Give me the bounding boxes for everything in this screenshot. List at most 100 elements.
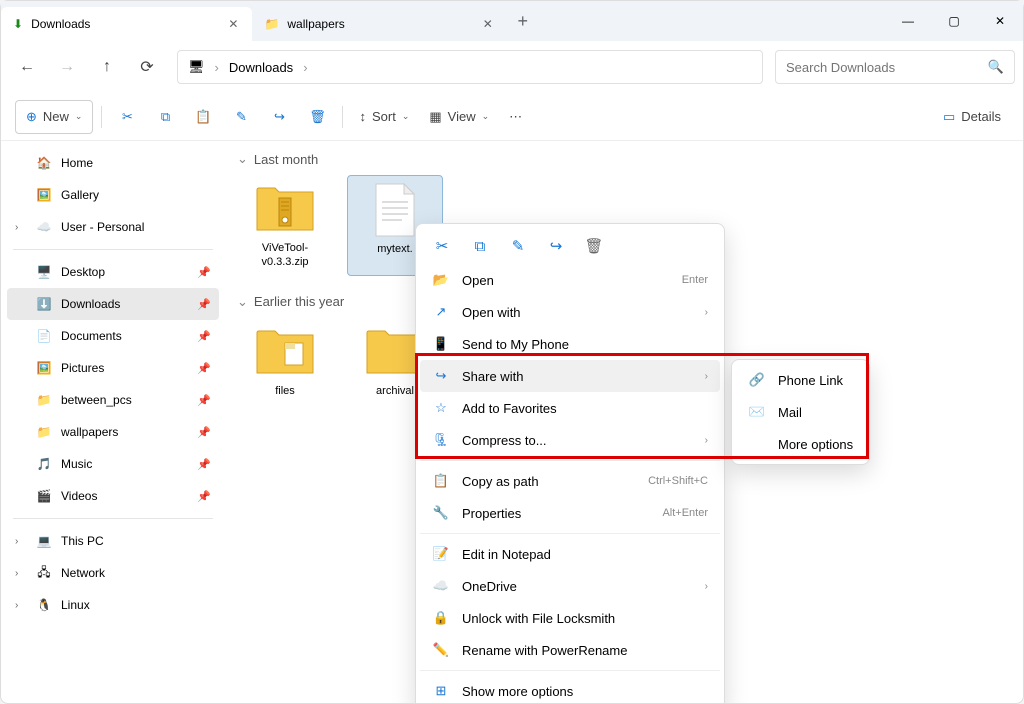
- view-button[interactable]: ▦ View ⌄: [421, 100, 497, 134]
- refresh-button[interactable]: ⟳: [129, 49, 165, 85]
- breadcrumb[interactable]: 🖥 › Downloads ›: [177, 50, 763, 84]
- menu-copy-path[interactable]: 📋Copy as pathCtrl+Shift+C: [420, 465, 720, 497]
- delete-button[interactable]: 🗑: [584, 236, 604, 256]
- menu-add-favorites[interactable]: ☆Add to Favorites: [420, 392, 720, 424]
- menu-rename-powerrename[interactable]: ✏️Rename with PowerRename: [420, 634, 720, 666]
- cut-button[interactable]: ✂: [432, 236, 452, 256]
- open-icon: 📂: [432, 272, 450, 288]
- forward-button[interactable]: →: [49, 49, 85, 85]
- menu-properties[interactable]: 🔧PropertiesAlt+Enter: [420, 497, 720, 529]
- group-header-last-month[interactable]: ⌄ Last month: [237, 151, 1011, 167]
- folder-icon: 📁: [264, 17, 279, 31]
- sidebar-item-label: Downloads: [61, 297, 120, 311]
- chevron-right-icon: ›: [15, 568, 27, 579]
- tab-downloads[interactable]: ⬇ Downloads ✕: [1, 7, 252, 41]
- cut-icon: ✂: [436, 237, 449, 255]
- sort-button[interactable]: ↕ Sort ⌄: [351, 100, 417, 134]
- search-box[interactable]: 🔍: [775, 50, 1015, 84]
- menu-edit-notepad[interactable]: 📝Edit in Notepad: [420, 538, 720, 570]
- submenu-more-options[interactable]: More options: [736, 428, 865, 460]
- menu-share-with[interactable]: ↪Share with›: [420, 360, 720, 392]
- sidebar-item-desktop[interactable]: 🖥️Desktop📌: [7, 256, 219, 288]
- sidebar-item-linux[interactable]: ›🐧Linux: [7, 589, 219, 621]
- sidebar-item-between-pcs[interactable]: 📁 between_pcs 📌: [7, 384, 219, 416]
- sidebar-item-gallery[interactable]: 🖼️Gallery: [7, 179, 219, 211]
- menu-open-with[interactable]: ↗Open with›: [420, 296, 720, 328]
- close-icon[interactable]: ✕: [481, 17, 495, 31]
- copy-button[interactable]: ⧉: [148, 100, 182, 134]
- chevron-right-icon: ›: [15, 600, 27, 611]
- menu-unlock-locksmith[interactable]: 🔒Unlock with File Locksmith: [420, 602, 720, 634]
- file-label: ViVeTool-v0.3.3.zip: [243, 241, 327, 270]
- share-button[interactable]: ↪: [262, 100, 296, 134]
- titlebar: ⬇ Downloads ✕ 📁 wallpapers ✕ + — ▢ ✕: [1, 1, 1023, 41]
- file-label: mytext.: [377, 242, 412, 256]
- menu-open[interactable]: 📂OpenEnter: [420, 264, 720, 296]
- close-icon[interactable]: ✕: [226, 17, 240, 31]
- copy-button[interactable]: ⧉: [470, 236, 490, 256]
- phone-link-icon: 🔗: [748, 372, 766, 388]
- up-button[interactable]: ↑: [89, 49, 125, 85]
- chevron-right-icon: ›: [303, 60, 307, 75]
- context-menu: ✂ ⧉ ✎ ↪ 🗑 📂OpenEnter ↗Open with› 📱Send t…: [415, 223, 725, 703]
- sidebar-item-documents[interactable]: 📄Documents📌: [7, 320, 219, 352]
- share-button[interactable]: ↪: [546, 236, 566, 256]
- menu-label: Copy as path: [462, 474, 636, 489]
- sidebar-item-label: Network: [61, 566, 105, 580]
- paste-button[interactable]: 📋: [186, 100, 220, 134]
- menu-show-more[interactable]: ⊞Show more options: [420, 675, 720, 703]
- sidebar-item-label: Gallery: [61, 188, 99, 202]
- maximize-button[interactable]: ▢: [931, 1, 977, 41]
- folder-icon: 📁: [35, 393, 53, 407]
- search-icon: 🔍: [988, 59, 1004, 75]
- menu-compress[interactable]: 🗜Compress to...›: [420, 424, 720, 456]
- file-item-zip[interactable]: ViVeTool-v0.3.3.zip: [237, 175, 333, 276]
- rename-button[interactable]: ✎: [224, 100, 258, 134]
- close-button[interactable]: ✕: [977, 1, 1023, 41]
- submenu-phone-link[interactable]: 🔗Phone Link: [736, 364, 865, 396]
- more-button[interactable]: ⋯: [501, 100, 530, 134]
- sidebar-item-label: Documents: [61, 329, 122, 343]
- sidebar-item-wallpapers[interactable]: 📁wallpapers📌: [7, 416, 219, 448]
- back-button[interactable]: ←: [9, 49, 45, 85]
- pin-icon: 📌: [197, 490, 211, 503]
- view-icon: ▦: [429, 109, 441, 125]
- sidebar-item-label: Videos: [61, 489, 97, 503]
- tab-wallpapers[interactable]: 📁 wallpapers ✕: [252, 7, 506, 41]
- menu-send-to-phone[interactable]: 📱Send to My Phone: [420, 328, 720, 360]
- pin-icon: 📌: [197, 394, 211, 407]
- new-button[interactable]: ⊕ New ⌄: [15, 100, 93, 134]
- details-button[interactable]: ▭ Details: [935, 100, 1009, 134]
- sidebar-item-network[interactable]: ›🖧Network: [7, 557, 219, 589]
- copy-icon: ⧉: [161, 109, 170, 125]
- rename-button[interactable]: ✎: [508, 236, 528, 256]
- sidebar-item-music[interactable]: 🎵Music📌: [7, 448, 219, 480]
- rename-icon: ✏️: [432, 642, 450, 658]
- sidebar-item-videos[interactable]: 🎬 Videos 📌: [7, 480, 219, 512]
- mail-icon: ✉️: [748, 404, 766, 420]
- submenu-mail[interactable]: ✉️Mail: [736, 396, 865, 428]
- trash-icon: 🗑: [309, 109, 326, 125]
- minimize-button[interactable]: —: [885, 1, 931, 41]
- cut-button[interactable]: ✂: [110, 100, 144, 134]
- sidebar-item-this-pc[interactable]: ›💻This PC: [7, 525, 219, 557]
- sidebar-item-label: Home: [61, 156, 93, 170]
- sidebar-item-downloads[interactable]: ⬇️Downloads📌: [7, 288, 219, 320]
- sidebar-item-pictures[interactable]: 🖼️Pictures📌: [7, 352, 219, 384]
- copy-icon: ⧉: [475, 238, 486, 255]
- menu-onedrive[interactable]: ☁️OneDrive›: [420, 570, 720, 602]
- new-tab-button[interactable]: +: [507, 11, 539, 32]
- breadcrumb-current: Downloads: [229, 60, 293, 75]
- sidebar-item-label: between_pcs: [61, 393, 132, 407]
- folder-icon: 📁: [35, 425, 53, 439]
- chevron-down-icon: ⌄: [402, 111, 410, 122]
- videos-icon: 🎬: [35, 489, 53, 503]
- search-input[interactable]: [786, 60, 980, 75]
- file-item-folder[interactable]: files: [237, 318, 333, 404]
- delete-button[interactable]: 🗑: [300, 100, 334, 134]
- chevron-right-icon: ›: [705, 307, 708, 318]
- sort-icon: ↕: [359, 109, 366, 124]
- sidebar-item-home[interactable]: 🏠Home: [7, 147, 219, 179]
- pin-icon: 📌: [197, 458, 211, 471]
- sidebar-item-user[interactable]: ›☁️User - Personal: [7, 211, 219, 243]
